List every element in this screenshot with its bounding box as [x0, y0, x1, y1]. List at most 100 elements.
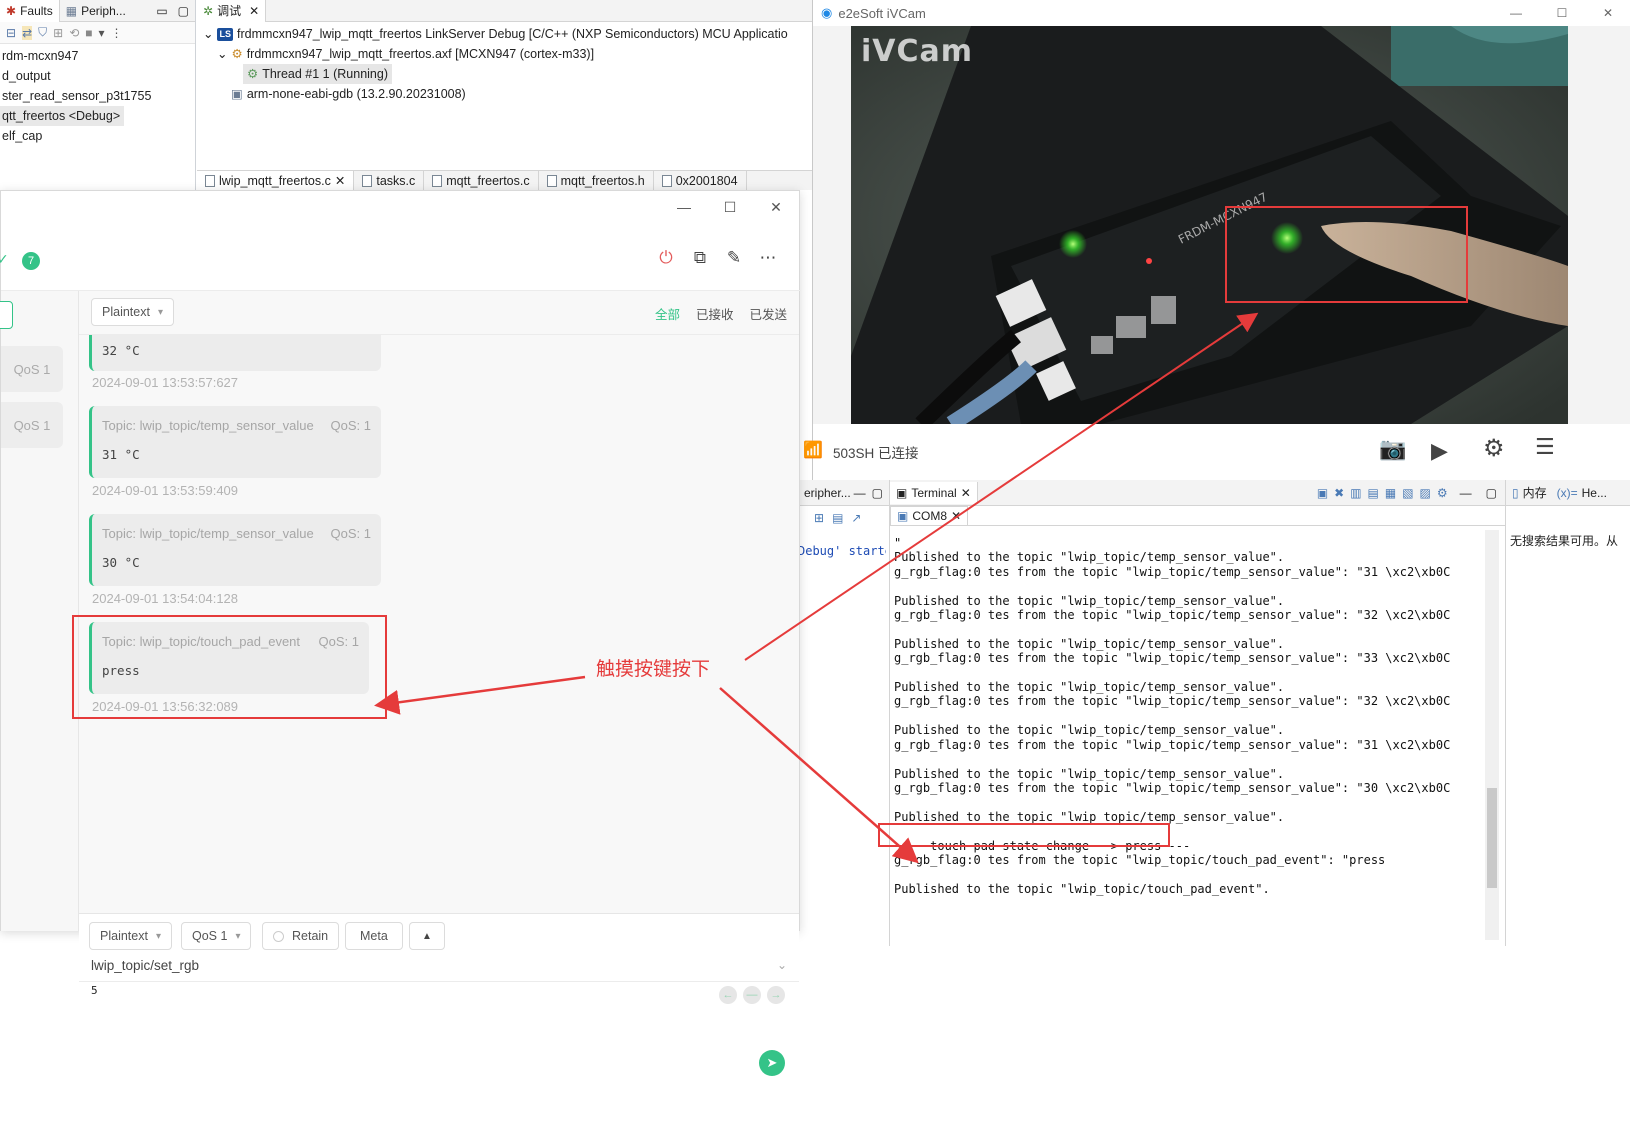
peripherals-toolbar: ⊞ ▤ ↗ [800, 506, 889, 530]
close-icon[interactable]: ✕ [335, 173, 345, 188]
tree-item[interactable]: elf_cap [0, 126, 195, 146]
stop-icon[interactable]: ■ [85, 26, 92, 40]
collapse-all-icon[interactable]: ⊟ [6, 26, 16, 40]
close-icon[interactable]: ✕ [961, 486, 971, 500]
debug-gdb-row[interactable]: ▣ arm-none-eabi-gdb (13.2.90.20231008) [197, 84, 812, 104]
ivcam-window: ◉ e2eSoft iVCam — ☐ ✕ FRDM-MCXN947 iVCam… [803, 0, 1630, 480]
export-icon[interactable]: ↗ [851, 511, 861, 525]
payload-editor[interactable]: 5 [91, 984, 98, 997]
add-icon[interactable]: ⊞ [814, 511, 824, 525]
peripherals-pane: eripher... — ▢ ⊞ ▤ ↗ Debug' startec [798, 480, 890, 946]
terminal-line: Published to the topic "lwip_topic/temp_… [894, 809, 1285, 824]
power-icon[interactable]: ⏻ [653, 245, 679, 271]
faults-icon: ✱ [6, 3, 17, 18]
terminal-scrollbar[interactable] [1485, 530, 1499, 940]
link-editor-icon[interactable]: ⇄ [22, 25, 33, 40]
maximize-icon[interactable]: ▢ [866, 486, 889, 500]
debug-thread-row[interactable]: ⚙ Thread #1 1 (Running) [197, 64, 812, 84]
kebab-menu-icon[interactable]: ⋮ [111, 26, 123, 40]
tab-memory[interactable]: 内存 [1519, 484, 1547, 501]
tree-item[interactable]: d_output [0, 66, 195, 86]
tab-com8[interactable]: ▣ COM8 ✕ [890, 506, 969, 525]
display-icon[interactable]: ▤ [832, 511, 843, 525]
connection-status-icon: ✓ [0, 251, 9, 267]
filter-received-tab[interactable]: 已接收 [696, 304, 734, 323]
layout-icon[interactable]: ⊞ [53, 26, 63, 40]
new-subscription-button[interactable] [0, 301, 13, 329]
tab-debug[interactable]: ✲ 调试 ✕ [197, 0, 267, 22]
editor-tab[interactable]: mqtt_freertos.c [424, 171, 539, 190]
tree-item[interactable]: rdm-mcxn947 [0, 46, 195, 66]
tab-peripherals[interactable]: eripher... [800, 486, 851, 500]
tab-terminal[interactable]: ▣ Terminal ✕ [890, 481, 978, 504]
terminal-toolbar-icons[interactable]: ▣✖▥▤▦▧▨⚙ [1317, 486, 1454, 500]
duplicate-window-icon[interactable]: ⧉ [687, 245, 713, 271]
close-button[interactable]: ✕ [753, 191, 799, 223]
edit-icon[interactable]: ✎ [721, 245, 747, 271]
minimize-icon[interactable]: — [1454, 486, 1478, 500]
subscription-item[interactable]: QoS 1 [1, 402, 63, 448]
message-qos: QoS: 1 [330, 526, 371, 541]
chevron-down-icon[interactable]: ▾ [99, 26, 105, 40]
maximize-icon[interactable]: ▢ [1478, 486, 1505, 500]
history-forward-icon[interactable]: → [767, 986, 785, 1004]
tree-item[interactable]: ster_read_sensor_p3t1755 [0, 86, 195, 106]
maximize-button[interactable]: ☐ [707, 191, 753, 223]
subscription-item[interactable]: QoS 1 [1, 346, 63, 392]
hamburger-menu-icon[interactable]: ☰ [1535, 434, 1555, 460]
filter-all-tab[interactable]: 全部 [655, 304, 680, 323]
terminal-line: Published to the topic "lwip_topic/temp_… [894, 593, 1285, 608]
minimize-icon[interactable]: ▭ [152, 4, 171, 18]
chevron-down-icon[interactable]: ⌄ [777, 958, 787, 972]
terminal-line: g_rgb_flag:0 tes from the topic "lwip_to… [894, 737, 1451, 752]
editor-tab[interactable]: mqtt_freertos.h [539, 171, 654, 190]
maximize-icon[interactable]: ▢ [172, 4, 195, 18]
filter-sent-tab[interactable]: 已发送 [749, 304, 787, 323]
message-timestamp: 2024-09-01 13:54:04:128 [92, 591, 239, 606]
message-bubble[interactable]: Topic: lwip_topic/temp_sensor_value QoS: … [89, 514, 381, 586]
chevron-down-icon: ⌄ [217, 47, 228, 61]
memory-icon: ▯ [1512, 485, 1519, 500]
tab-faults[interactable]: ✱ Faults [0, 0, 60, 22]
debug-axf-row[interactable]: ⌄ ⚙ frdmmcxn947_lwip_mqtt_freertos.axf [… [197, 44, 812, 64]
history-back-icon[interactable]: ← [719, 986, 737, 1004]
minimize-icon[interactable]: — [854, 486, 866, 500]
camera-snapshot-icon[interactable]: 📷 [1379, 436, 1406, 462]
filter-icon[interactable]: ⛉ [38, 25, 47, 40]
editor-tab[interactable]: tasks.c [354, 171, 425, 190]
chevron-down-icon: ▾ [235, 930, 241, 942]
editor-tab[interactable]: lwip_mqtt_freertos.c ✕ [197, 171, 355, 190]
video-record-icon[interactable]: ▶ [1431, 438, 1448, 464]
tab-help[interactable]: He... [1578, 486, 1607, 500]
message-bubble[interactable]: 32 °C [89, 335, 381, 371]
close-icon[interactable]: ✕ [951, 509, 961, 523]
h-file-icon [546, 174, 557, 187]
connection-header: ✓ 7 ⏻ ⧉ ✎ ⋯ [0, 223, 801, 291]
terminal-line: Published to the topic "lwip_topic/temp_… [894, 766, 1285, 781]
topic-input[interactable]: lwip_topic/set_rgb [91, 958, 199, 973]
gear-icon[interactable]: ⚙ [1483, 434, 1505, 463]
terminal-press-highlight-box [878, 823, 1170, 847]
tab-peripherals[interactable]: ▦ Periph... [60, 0, 132, 22]
editor-tab[interactable]: 0x2001804 [654, 171, 747, 190]
more-options-icon[interactable]: ⋯ [755, 245, 781, 271]
chevron-down-icon: ▾ [157, 306, 163, 318]
tree-item-selected[interactable]: qtt_freertos <Debug> [0, 106, 125, 126]
minimize-button[interactable]: — [1493, 6, 1539, 20]
message-payload: 32 °C [102, 343, 140, 358]
message-topic: Topic: lwip_topic/temp_sensor_value [102, 418, 314, 433]
payload-format-select[interactable]: Plaintext ▾ [91, 298, 174, 326]
minimize-button[interactable]: — [661, 191, 707, 223]
sync-icon[interactable]: ⟲ [69, 26, 79, 40]
scrollbar-thumb[interactable] [1487, 788, 1497, 888]
history-reset-icon[interactable]: — [743, 986, 761, 1004]
memory-tabbar: ▯ 内存 (x)= He... [1506, 480, 1630, 506]
send-button[interactable]: ➤ [759, 1050, 785, 1076]
maximize-button[interactable]: ☐ [1539, 6, 1585, 20]
close-icon[interactable]: ✕ [249, 4, 259, 18]
message-bubble[interactable]: Topic: lwip_topic/temp_sensor_value QoS: … [89, 406, 381, 478]
message-highlight-box [72, 615, 387, 719]
close-button[interactable]: ✕ [1585, 6, 1630, 20]
debug-view: ✲ 调试 ✕ ⌄ LS frdmmcxn947_lwip_mqtt_freert… [197, 0, 812, 190]
debug-launch-row[interactable]: ⌄ LS frdmmcxn947_lwip_mqtt_freertos Link… [197, 24, 812, 44]
